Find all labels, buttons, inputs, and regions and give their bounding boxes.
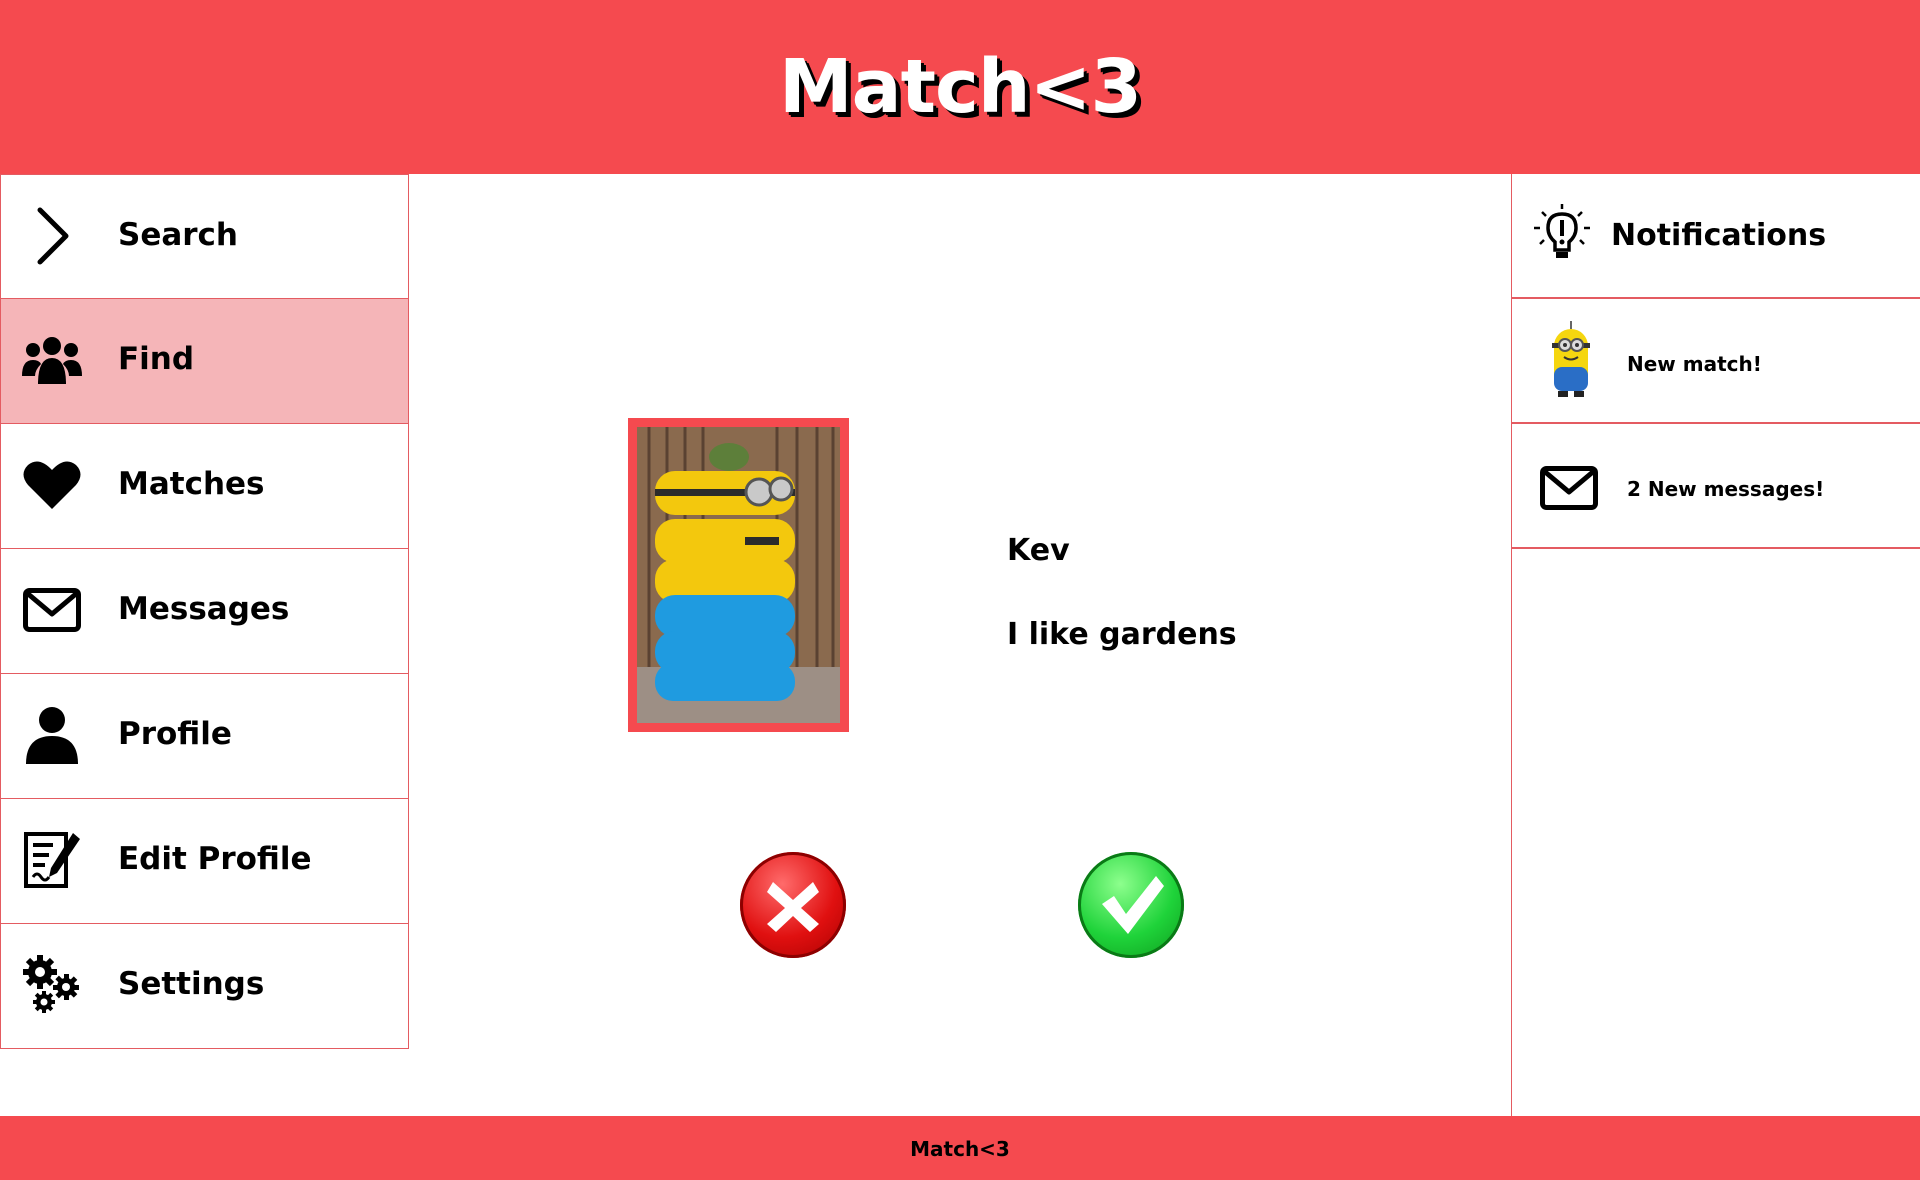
sidebar-item-matches[interactable]: Matches xyxy=(0,424,409,549)
sidebar-item-find[interactable]: Find xyxy=(0,299,409,424)
app-logo: Match<3 xyxy=(779,44,1142,130)
heart-icon xyxy=(19,452,85,518)
notifications-header: Notifications xyxy=(1512,174,1920,299)
sidebar-item-search[interactable]: Search xyxy=(0,174,409,299)
notifications-title: Notifications xyxy=(1611,218,1827,253)
sidebar-item-label: Settings xyxy=(118,966,265,1002)
app-header: Match<3 xyxy=(0,0,1920,174)
minion-avatar-icon xyxy=(1540,321,1602,405)
footer-text: Match<3 xyxy=(910,1137,1010,1161)
accept-button[interactable] xyxy=(1078,852,1184,958)
notification-label: New match! xyxy=(1627,352,1762,376)
sidebar-item-settings[interactable]: Settings xyxy=(0,924,409,1049)
edit-document-icon xyxy=(19,827,85,893)
sidebar-item-label: Search xyxy=(118,217,239,253)
sidebar-item-profile[interactable]: Profile xyxy=(0,674,409,799)
person-icon xyxy=(19,702,85,768)
gears-icon xyxy=(19,952,85,1018)
sidebar-item-messages[interactable]: Messages xyxy=(0,549,409,674)
sidebar-item-label: Edit Profile xyxy=(118,841,312,877)
envelope-icon xyxy=(19,577,85,643)
sidebar-item-label: Profile xyxy=(118,716,232,752)
notification-new-messages[interactable]: 2 New messages! xyxy=(1512,424,1920,549)
sidebar-item-label: Matches xyxy=(118,466,265,502)
lightbulb-icon xyxy=(1534,204,1590,264)
checkmark-icon xyxy=(1102,876,1164,934)
sidebar-item-label: Find xyxy=(118,341,195,377)
envelope-icon xyxy=(1540,446,1602,530)
people-icon xyxy=(19,327,85,393)
app-footer: Match<3 xyxy=(0,1116,1920,1180)
profile-name: Kev xyxy=(1007,533,1070,568)
x-icon xyxy=(767,882,819,932)
notifications-panel: Notifications New match! 2 New messages! xyxy=(1511,174,1920,1116)
reject-button[interactable] xyxy=(740,852,846,958)
notification-label: 2 New messages! xyxy=(1627,477,1825,501)
sidebar-nav: Search Find Matches Messages Profile Edi… xyxy=(0,174,409,1049)
profile-photo-frame xyxy=(628,418,849,732)
profile-bio: I like gardens xyxy=(1007,617,1237,652)
notification-new-match[interactable]: New match! xyxy=(1512,299,1920,424)
profile-photo xyxy=(637,427,840,723)
sidebar-item-edit-profile[interactable]: Edit Profile xyxy=(0,799,409,924)
chevron-right-icon xyxy=(19,203,85,269)
sidebar-item-label: Messages xyxy=(118,591,290,627)
